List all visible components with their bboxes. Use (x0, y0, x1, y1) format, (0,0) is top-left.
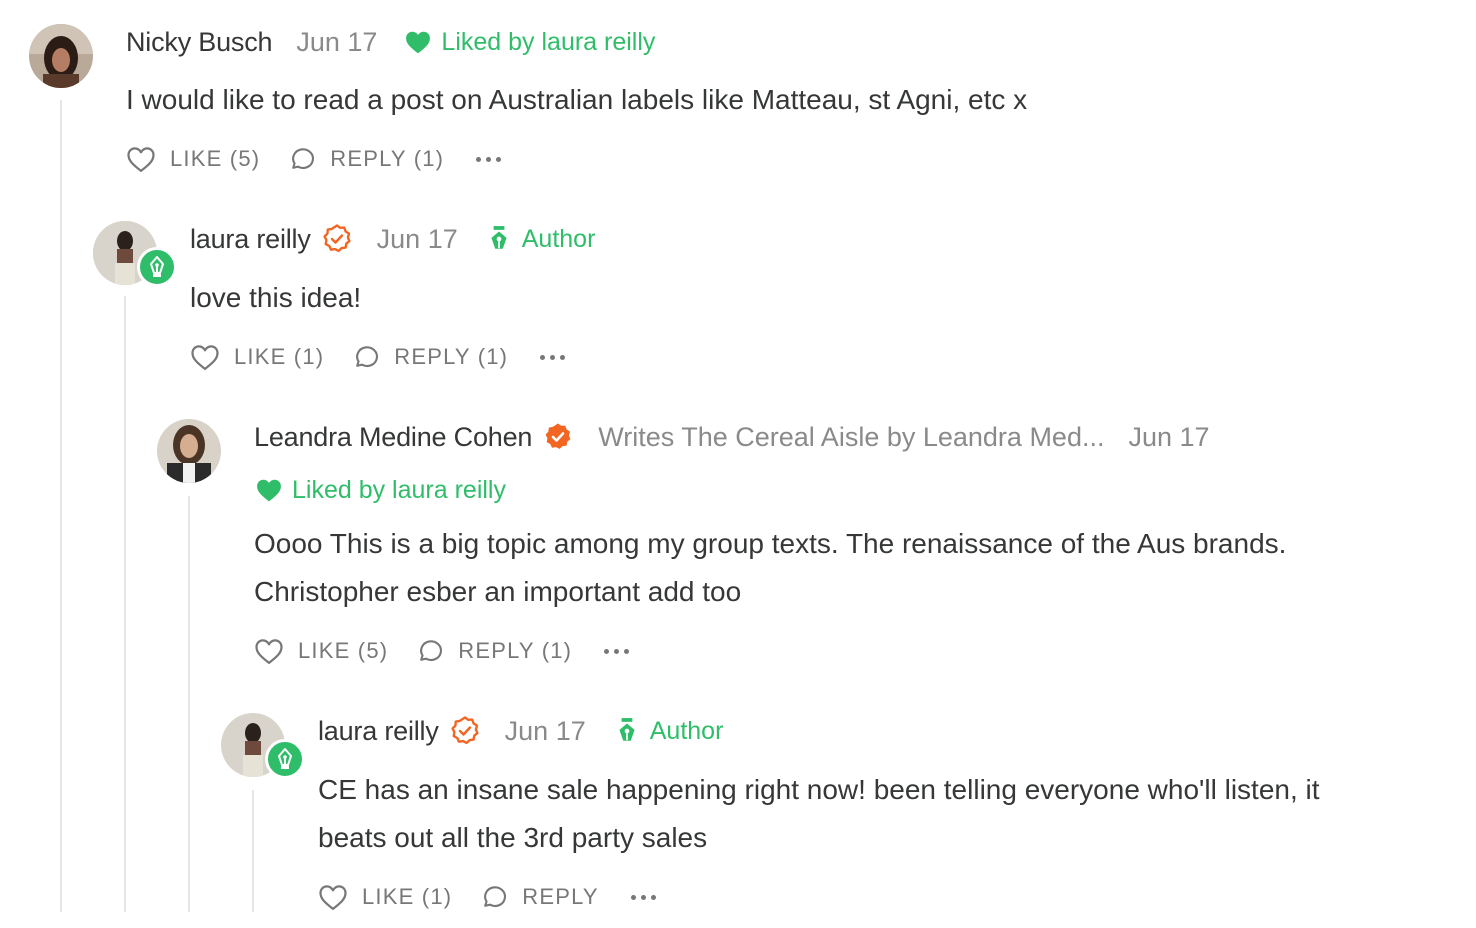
author-badge (265, 739, 305, 779)
comment-date[interactable]: Jun 17 (505, 716, 586, 747)
publication-link[interactable]: Writes The Cereal Aisle by Leandra Med..… (598, 422, 1104, 453)
thread-line-2 (124, 296, 126, 912)
comment-body: I would like to read a post on Australia… (126, 76, 1027, 124)
comment-date[interactable]: Jun 17 (296, 27, 377, 58)
comment-actions: LIKE (1) REPLY (318, 877, 656, 917)
liked-by-row: Liked by laura reilly (256, 470, 506, 510)
check-circle-outline-icon (323, 224, 351, 253)
reply-button[interactable]: REPLY (1) (352, 343, 508, 371)
comment-text-line: beats out all the 3rd party sales (318, 822, 708, 853)
comment-actions: LIKE (1) REPLY (1) (190, 337, 566, 377)
comment-body: love this idea! (190, 274, 361, 322)
reply-label: REPLY (1) (394, 344, 509, 369)
pen-nib-icon (150, 256, 164, 277)
comment-actions: LIKE (5) REPLY (1) (254, 631, 630, 671)
speech-bubble-icon (484, 886, 507, 908)
heart-filled-icon (257, 479, 281, 502)
comment-header: laura reilly Jun 17 Author (318, 711, 723, 751)
comment-body: CE has an insane sale happening right no… (318, 766, 1320, 862)
heart-outline-icon (127, 147, 155, 172)
comment-actions: LIKE (5) REPLY (1) (126, 139, 502, 179)
speech-bubble-icon (292, 148, 315, 170)
author-tag: Author (488, 224, 596, 254)
commenter-name[interactable]: laura reilly (318, 716, 439, 747)
comment-text-line: Christopher esber an important add too (254, 576, 742, 607)
heart-outline-icon (191, 345, 219, 370)
reply-label: REPLY (1) (330, 146, 445, 171)
pen-nib-icon (491, 226, 507, 249)
verified-badge (449, 715, 481, 747)
comment-text: love this idea! (190, 282, 362, 313)
more-options-button[interactable] (630, 894, 656, 900)
avatar[interactable] (157, 419, 221, 483)
author-badge (137, 247, 177, 287)
liked-by-text: Liked by laura reilly (292, 475, 506, 504)
speech-bubble-icon (356, 346, 379, 368)
like-label: LIKE (5) (170, 146, 261, 171)
commenter-name[interactable]: Nicky Busch (126, 27, 273, 58)
reply-button[interactable]: REPLY (480, 883, 599, 911)
like-button[interactable]: LIKE (1) (190, 343, 324, 371)
thread-line-3 (188, 496, 190, 912)
thread-line-1 (60, 100, 62, 912)
like-button[interactable]: LIKE (5) (126, 145, 260, 173)
heart-outline-icon (319, 885, 347, 910)
speech-bubble-icon (420, 640, 443, 662)
comment-text-line: Oooo This is a big topic among my group … (254, 528, 1287, 559)
commenter-name[interactable]: laura reilly (190, 224, 311, 255)
comment-text-line: CE has an insane sale happening right no… (318, 774, 1320, 805)
author-tag: Author (616, 716, 724, 746)
author-label: Author (521, 224, 596, 253)
verified-badge (321, 223, 353, 255)
comment-date[interactable]: Jun 17 (377, 224, 458, 255)
comment-header: laura reilly Jun 17 Author (190, 219, 595, 259)
heart-outline-icon (255, 639, 283, 664)
comment-header: Nicky Busch Jun 17 Liked by laura reilly (126, 22, 655, 62)
liked-by-label: Liked by laura reilly (405, 28, 655, 57)
pen-nib-icon (619, 718, 635, 741)
author-label: Author (649, 716, 724, 745)
like-label: LIKE (1) (234, 344, 325, 369)
check-circle-filled-icon (545, 423, 571, 449)
more-options-button[interactable] (604, 648, 630, 654)
reply-button[interactable]: REPLY (1) (288, 145, 444, 173)
liked-by-label: Liked by laura reilly (256, 476, 506, 505)
avatar[interactable] (29, 24, 93, 88)
heart-filled-icon (406, 31, 431, 54)
like-button[interactable]: LIKE (1) (318, 883, 452, 911)
comment-date[interactable]: Jun 17 (1128, 422, 1209, 453)
check-circle-outline-icon (451, 716, 479, 745)
reply-label: REPLY (1) (458, 638, 573, 663)
more-options-button[interactable] (540, 354, 566, 360)
thread-line-4 (252, 790, 254, 912)
comment-text: I would like to read a post on Australia… (126, 84, 1028, 115)
more-options-button[interactable] (476, 156, 502, 162)
comment-body: Oooo This is a big topic among my group … (254, 520, 1286, 616)
liked-by-text: Liked by laura reilly (441, 27, 656, 56)
like-label: LIKE (5) (298, 638, 389, 663)
verified-badge (542, 421, 574, 453)
commenter-name[interactable]: Leandra Medine Cohen (254, 422, 532, 453)
pen-nib-icon (278, 748, 292, 769)
comment-header: Leandra Medine Cohen Writes The Cereal A… (254, 417, 1210, 457)
like-label: LIKE (1) (362, 884, 453, 909)
reply-label: REPLY (522, 884, 599, 909)
like-button[interactable]: LIKE (5) (254, 637, 388, 665)
reply-button[interactable]: REPLY (1) (416, 637, 572, 665)
